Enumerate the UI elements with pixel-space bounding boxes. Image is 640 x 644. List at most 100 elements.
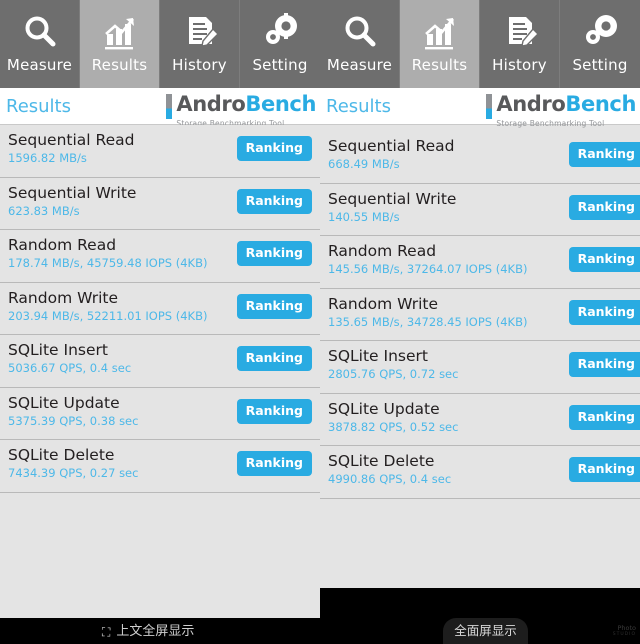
row-name: Random Write	[8, 288, 119, 307]
right-app-panel: Measure Results History Setting Results …	[320, 0, 640, 588]
ranking-button[interactable]: Ranking	[568, 404, 640, 430]
table-row[interactable]: SQLite Delete 4990.86 QPS, 0.4 sec Ranki…	[320, 446, 640, 499]
tab-results-label: Results	[91, 56, 148, 74]
watermark: Photo STUDIO	[613, 625, 636, 638]
row-value: 2805.76 QPS, 0.72 sec	[328, 367, 459, 381]
tab-setting-label: Setting	[252, 56, 308, 74]
tab-history-label: History	[172, 56, 227, 74]
tab-measure-label: Measure	[6, 56, 73, 74]
gears-icon	[260, 9, 300, 55]
device-screen: Measure Results History Setting Results …	[0, 0, 640, 644]
fullscreen-hint-label: 上文全屏显示	[116, 624, 195, 639]
row-value: 4990.86 QPS, 0.4 sec	[328, 472, 452, 486]
table-row[interactable]: SQLite Insert 2805.76 QPS, 0.72 sec Rank…	[320, 341, 640, 394]
results-list-right: Sequential Read 668.49 MB/s Ranking Sequ…	[320, 131, 640, 499]
ranking-button[interactable]: Ranking	[236, 293, 312, 319]
fullscreen-hint[interactable]: ⛶ 上文全屏显示	[102, 624, 194, 639]
row-value: 3878.82 QPS, 0.52 sec	[328, 419, 459, 434]
row-name: Random Read	[8, 236, 117, 254]
gears-icon	[580, 9, 620, 55]
results-header-right: Results Andro Bench Storage Benchmarking…	[320, 88, 640, 128]
logo-subtitle: Storage Benchmarking Tool	[496, 119, 605, 128]
logo-word-andro: Andro	[176, 92, 246, 116]
logo-bar-icon	[166, 94, 173, 119]
ranking-button[interactable]: Ranking	[236, 346, 312, 371]
watermark-line1: Photo	[617, 624, 636, 632]
row-value: 178.74 MB/s, 45759.48 IOPS (4KB)	[8, 256, 208, 270]
tab-bar-left: Measure Results History Setting	[0, 0, 320, 88]
page-title: Results	[326, 96, 391, 117]
table-row[interactable]: Random Write 135.65 MB/s, 34728.45 IOPS …	[320, 288, 640, 341]
tab-bar-right: Measure Results History Setting	[320, 0, 640, 88]
row-name: SQLite Delete	[328, 452, 435, 470]
page-title: Results	[6, 96, 71, 117]
row-value: 7434.39 QPS, 0.27 sec	[8, 466, 139, 480]
row-value: 145.56 MB/s, 37264.07 IOPS (4KB)	[328, 262, 528, 276]
tab-measure[interactable]: Measure	[320, 0, 400, 88]
table-row[interactable]: SQLite Insert 5036.67 QPS, 0.4 sec Ranki…	[0, 335, 320, 388]
ranking-button[interactable]: Ranking	[568, 142, 640, 167]
magnifier-icon	[20, 9, 60, 55]
row-value: 1596.82 MB/s	[8, 151, 87, 165]
results-list-left: Sequential Read 1596.82 MB/s Ranking Seq…	[0, 125, 320, 493]
tab-setting[interactable]: Setting	[240, 0, 320, 88]
row-name: Sequential Read	[8, 131, 135, 149]
ranking-button[interactable]: Ranking	[236, 188, 312, 214]
tab-history[interactable]: History	[160, 0, 240, 88]
tab-history[interactable]: History	[480, 0, 560, 88]
table-row[interactable]: SQLite Delete 7434.39 QPS, 0.27 sec Rank…	[0, 440, 320, 493]
androbench-logo: Andro Bench Storage Benchmarking Tool	[486, 93, 636, 128]
system-bottom-bar: ⛶ 上文全屏显示 全面屏显示 Photo STUDIO	[0, 618, 640, 644]
row-value: 203.94 MB/s, 52211.01 IOPS (4KB)	[8, 308, 208, 323]
tab-results[interactable]: Results	[400, 0, 480, 88]
row-value: 5036.67 QPS, 0.4 sec	[8, 361, 132, 375]
left-app-panel: Measure Results History Setting Results …	[0, 0, 320, 618]
logo-word-bench: Bench	[565, 92, 636, 116]
table-row[interactable]: Sequential Write 140.55 MB/s Ranking	[320, 183, 640, 236]
tab-measure[interactable]: Measure	[0, 0, 80, 88]
results-header-left: Results Andro Bench Storage Benchmarking…	[0, 88, 320, 128]
tab-results[interactable]: Results	[80, 0, 160, 88]
ranking-button[interactable]: Ranking	[568, 457, 640, 482]
logo-word-andro: Andro	[496, 92, 566, 116]
watermark-line2: STUDIO	[612, 632, 636, 637]
ranking-button[interactable]: Ranking	[568, 299, 640, 325]
ranking-button[interactable]: Ranking	[568, 247, 640, 272]
tab-history-label: History	[492, 56, 547, 74]
ranking-button[interactable]: Ranking	[568, 194, 640, 220]
row-name: SQLite Insert	[328, 347, 428, 365]
table-row[interactable]: SQLite Update 3878.82 QPS, 0.52 sec Rank…	[320, 393, 640, 446]
row-name: Sequential Write	[8, 183, 137, 202]
tab-setting[interactable]: Setting	[560, 0, 640, 88]
row-name: SQLite Update	[328, 399, 440, 418]
row-value: 623.83 MB/s	[8, 203, 80, 218]
table-row[interactable]: Random Read 178.74 MB/s, 45759.48 IOPS (…	[0, 230, 320, 283]
table-row[interactable]: Sequential Read 668.49 MB/s Ranking	[320, 131, 640, 184]
androbench-logo: Andro Bench Storage Benchmarking Tool	[166, 93, 316, 128]
row-name: Random Write	[328, 294, 439, 313]
bar-chart-icon	[420, 9, 460, 55]
table-row[interactable]: Random Read 145.56 MB/s, 37264.07 IOPS (…	[320, 236, 640, 289]
ranking-button[interactable]: Ranking	[568, 352, 640, 377]
ranking-button[interactable]: Ranking	[236, 136, 312, 161]
ranking-button[interactable]: Ranking	[236, 241, 312, 266]
document-pencil-icon	[500, 9, 540, 55]
row-value: 140.55 MB/s	[328, 209, 400, 224]
table-row[interactable]: SQLite Update 5375.39 QPS, 0.38 sec Rank…	[0, 387, 320, 440]
logo-word-bench: Bench	[245, 92, 316, 116]
row-name: SQLite Delete	[8, 446, 115, 464]
ranking-button[interactable]: Ranking	[236, 451, 312, 476]
ranking-button[interactable]: Ranking	[236, 398, 312, 424]
logo-bar-icon	[486, 94, 493, 119]
table-row[interactable]: Random Write 203.94 MB/s, 52211.01 IOPS …	[0, 282, 320, 335]
row-name: SQLite Insert	[8, 341, 108, 359]
row-name: Random Read	[328, 242, 437, 260]
row-name: SQLite Update	[8, 393, 120, 412]
document-pencil-icon	[180, 9, 220, 55]
row-value: 668.49 MB/s	[328, 157, 400, 171]
bar-chart-icon	[100, 9, 140, 55]
row-name: Sequential Write	[328, 189, 457, 208]
table-row[interactable]: Sequential Read 1596.82 MB/s Ranking	[0, 125, 320, 178]
fullscreen-display-button[interactable]: 全面屏显示	[443, 618, 528, 644]
table-row[interactable]: Sequential Write 623.83 MB/s Ranking	[0, 177, 320, 230]
